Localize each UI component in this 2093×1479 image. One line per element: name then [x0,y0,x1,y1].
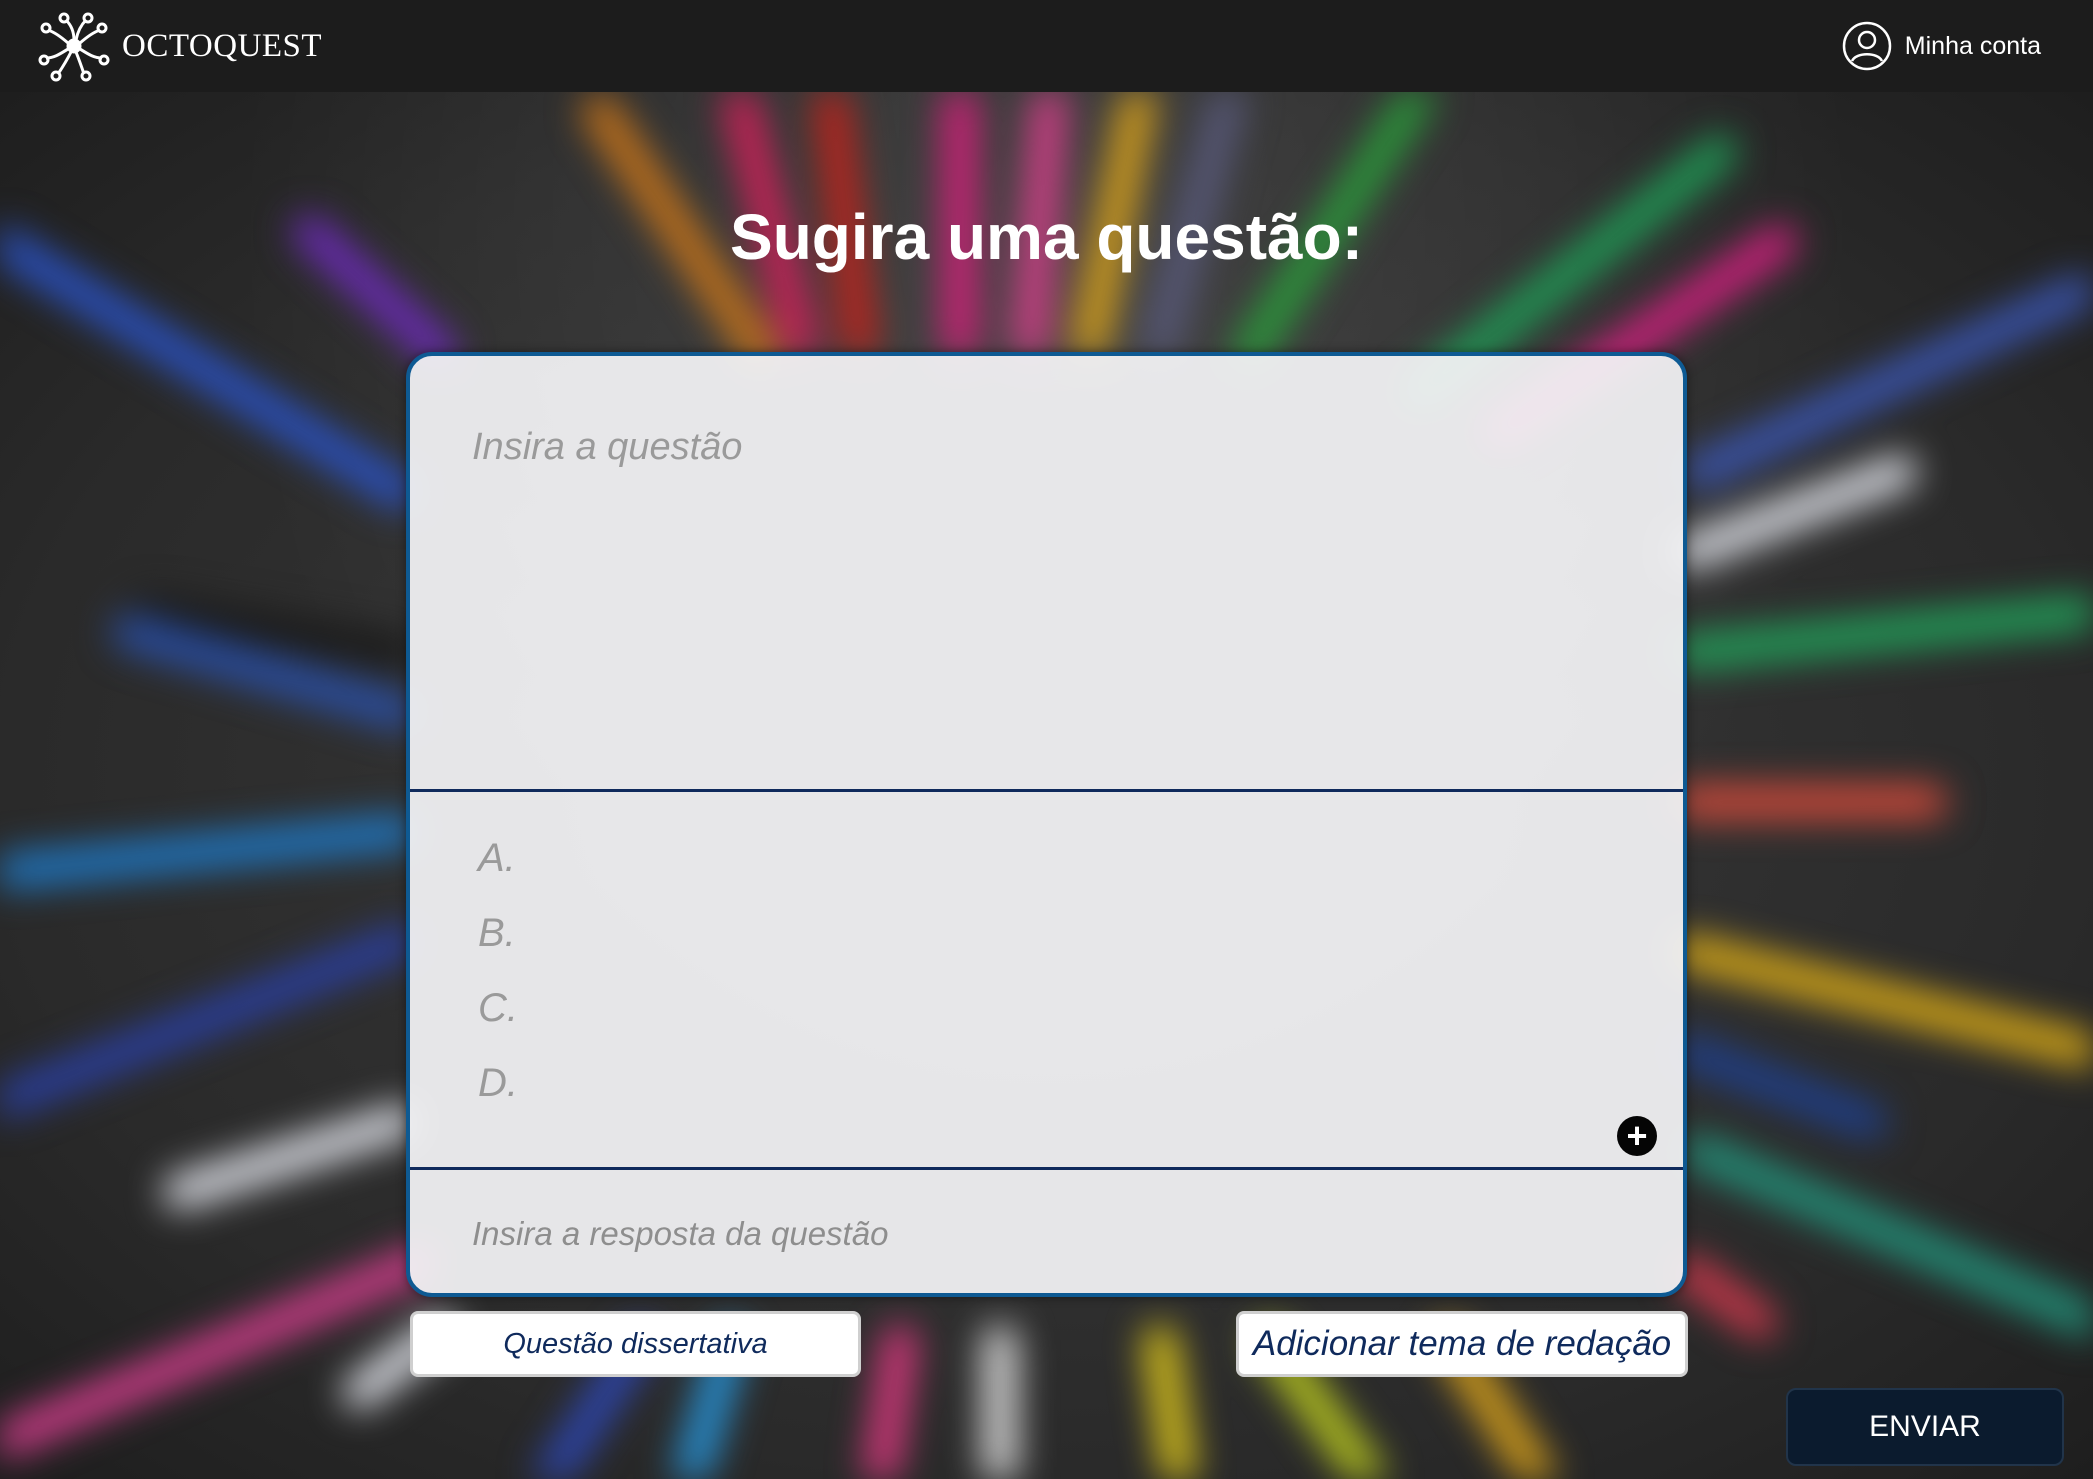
question-input[interactable] [472,426,1622,746]
brand-name: OCTOQUEST [122,27,323,64]
dissertativa-button[interactable]: Questão dissertativa [410,1311,861,1377]
option-c[interactable]: C. [478,986,518,1031]
plus-circle-icon[interactable]: + [1617,1116,1657,1156]
options-section: A. B. C. D. + [410,792,1683,1170]
brand[interactable]: OCTOQUEST [36,8,322,84]
account-label: Minha conta [1904,31,2041,60]
answer-input[interactable] [472,1206,1622,1262]
question-form-card: A. B. C. D. + [406,352,1687,1297]
send-button[interactable]: ENVIAR [1786,1388,2064,1466]
account-menu[interactable]: Minha conta [1841,20,2041,72]
question-section [410,356,1683,792]
option-b[interactable]: B. [478,911,516,956]
option-d[interactable]: D. [478,1061,518,1106]
page-title: Sugira uma questão: [730,201,1363,273]
top-navbar: OCTOQUEST Minha conta [0,0,2093,92]
user-circle-icon [1842,21,1892,71]
add-redacao-theme-button[interactable]: Adicionar tema de redação [1236,1311,1688,1377]
octopus-logo-icon [38,12,110,82]
option-a[interactable]: A. [478,836,516,881]
